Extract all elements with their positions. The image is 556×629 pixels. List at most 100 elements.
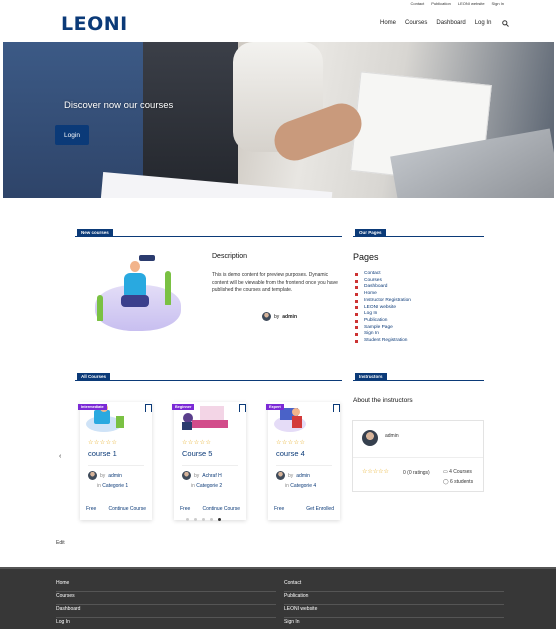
author-name[interactable]: Achraf H — [202, 473, 221, 479]
new-course-author: by admin — [262, 312, 297, 321]
top-link-contact[interactable]: Contact — [410, 1, 424, 6]
rating-stars: ☆☆☆☆☆ — [276, 440, 306, 446]
rating-stars: ☆☆☆☆☆ — [88, 440, 118, 446]
page-link[interactable]: Publication — [355, 318, 411, 325]
course-title[interactable]: Course 5 — [182, 449, 212, 458]
site-footer: Home Courses Dashboard Log In Contact Pu… — [0, 567, 556, 629]
author-name[interactable]: admin — [108, 473, 122, 479]
course-author: by admin — [88, 471, 122, 480]
top-links: Contact Publication LEONI website Sign I… — [410, 1, 504, 6]
instructors-header: Instructors — [353, 373, 484, 381]
course-category: in Categorie 1 — [97, 483, 128, 489]
divider — [88, 465, 144, 466]
page-link[interactable]: Home — [355, 291, 411, 298]
new-courses-title: New courses — [77, 229, 113, 236]
in-label: in — [97, 483, 101, 489]
course-title[interactable]: course 4 — [276, 449, 305, 458]
chevron-left-icon[interactable]: ‹ — [59, 453, 61, 460]
user-icon: ◯ — [443, 479, 450, 485]
instructors-title: Instructors — [355, 373, 387, 380]
price-label: Free — [180, 506, 191, 512]
get-enrolled-button[interactable]: Get Enrolled — [306, 506, 334, 512]
rating-stars: ☆☆☆☆☆ — [182, 440, 212, 446]
page-link[interactable]: Contact — [355, 271, 411, 278]
plant-icon — [165, 271, 171, 305]
nav-item-log-in[interactable]: Log In — [475, 20, 492, 29]
avatar — [88, 471, 97, 480]
continue-course-button[interactable]: Continue Course — [108, 506, 146, 512]
course-card[interactable]: Beginner ☆☆☆☆☆ Course 5 by Achraf H in C… — [172, 402, 246, 520]
instructor-card[interactable]: admin ☆☆☆☆☆ 0 (0 ratings) ▭ 4 Courses ◯ … — [352, 420, 484, 492]
footer-link[interactable]: Publication — [284, 592, 504, 605]
level-badge: Expert — [266, 404, 284, 410]
page-link[interactable]: Log In — [355, 311, 411, 318]
footer-link[interactable]: LEONI website — [284, 605, 504, 618]
category-link[interactable]: Categorie 2 — [196, 483, 222, 489]
page-link[interactable]: Student Registration — [355, 338, 411, 345]
page-link[interactable]: Instructor Registration — [355, 298, 411, 305]
nav-item-home[interactable]: Home — [380, 20, 396, 29]
courses-count: ▭ 4 Courses — [443, 469, 472, 475]
bookmark-icon[interactable] — [333, 404, 340, 412]
person-legs — [121, 295, 149, 307]
author-name[interactable]: admin — [296, 473, 310, 479]
pages-list: Contact Courses Dashboard Home Instructo… — [355, 271, 411, 345]
divider — [276, 465, 332, 466]
course-category: in Categorie 4 — [285, 483, 316, 489]
avatar[interactable] — [362, 430, 378, 446]
carousel-dot[interactable] — [194, 518, 197, 521]
footer-link[interactable]: Log In — [56, 618, 276, 629]
carousel-dot[interactable] — [210, 518, 213, 521]
site-logo[interactable]: LEONI — [61, 13, 128, 35]
nav-item-courses[interactable]: Courses — [405, 20, 427, 29]
bookmark-icon[interactable] — [239, 404, 246, 412]
carousel-dot[interactable] — [186, 518, 189, 521]
course-title[interactable]: course 1 — [88, 449, 117, 458]
by-label: by — [274, 313, 280, 320]
avatar — [182, 471, 191, 480]
footer-link[interactable]: Home — [56, 579, 276, 592]
by-label: by — [288, 472, 294, 479]
students-count-text: 6 students — [450, 479, 474, 485]
top-link-leoni-website[interactable]: LEONI website — [458, 1, 485, 6]
footer-col-1: Home Courses Dashboard Log In — [56, 579, 276, 629]
course-card[interactable]: Intermediate ☆☆☆☆☆ course 1 by admin in … — [78, 402, 152, 520]
top-link-publication[interactable]: Publication — [431, 1, 451, 6]
edit-link[interactable]: Edit — [56, 540, 65, 546]
continue-course-button[interactable]: Continue Course — [202, 506, 240, 512]
footer-link[interactable]: Dashboard — [56, 605, 276, 618]
category-link[interactable]: Categorie 1 — [102, 483, 128, 489]
courses-count-text: 4 Courses — [449, 469, 472, 475]
top-bar: Contact Publication LEONI website Sign I… — [0, 0, 556, 8]
footer-link[interactable]: Courses — [56, 592, 276, 605]
pages-title: Pages — [353, 252, 379, 262]
description-text: This is demo content for preview purpose… — [212, 272, 338, 293]
hero-banner — [3, 42, 554, 198]
divider — [353, 457, 483, 458]
carousel-dot-active[interactable] — [218, 518, 221, 521]
site-header: LEONI Home Courses Dashboard Log In — [0, 8, 556, 42]
our-pages-header: Our Pages — [353, 229, 484, 237]
search-icon[interactable] — [502, 20, 510, 29]
footer-link[interactable]: Contact — [284, 579, 504, 592]
all-courses-title: All Courses — [77, 373, 111, 380]
nav-item-dashboard[interactable]: Dashboard — [436, 20, 465, 29]
avatar — [276, 471, 285, 480]
footer-col-2: Contact Publication LEONI website Sign I… — [284, 579, 504, 629]
card-footer: Free Continue Course — [80, 506, 152, 512]
top-link-sign-in[interactable]: Sign In — [492, 1, 504, 6]
author-name[interactable]: admin — [282, 314, 297, 320]
course-card[interactable]: Expert ☆☆☆☆☆ course 4 by admin in Catego… — [266, 402, 340, 520]
course-illustration — [91, 251, 183, 333]
instructor-name[interactable]: admin — [385, 433, 399, 439]
drone-icon — [139, 255, 155, 261]
person-body — [124, 273, 146, 297]
bookmark-icon[interactable] — [145, 404, 152, 412]
hero-login-button[interactable]: Login — [55, 125, 89, 145]
category-link[interactable]: Categorie 4 — [290, 483, 316, 489]
carousel-dot[interactable] — [202, 518, 205, 521]
divider — [182, 465, 238, 466]
plant-icon — [97, 295, 103, 321]
carousel-dots — [186, 518, 221, 521]
footer-link[interactable]: Sign In — [284, 618, 504, 629]
